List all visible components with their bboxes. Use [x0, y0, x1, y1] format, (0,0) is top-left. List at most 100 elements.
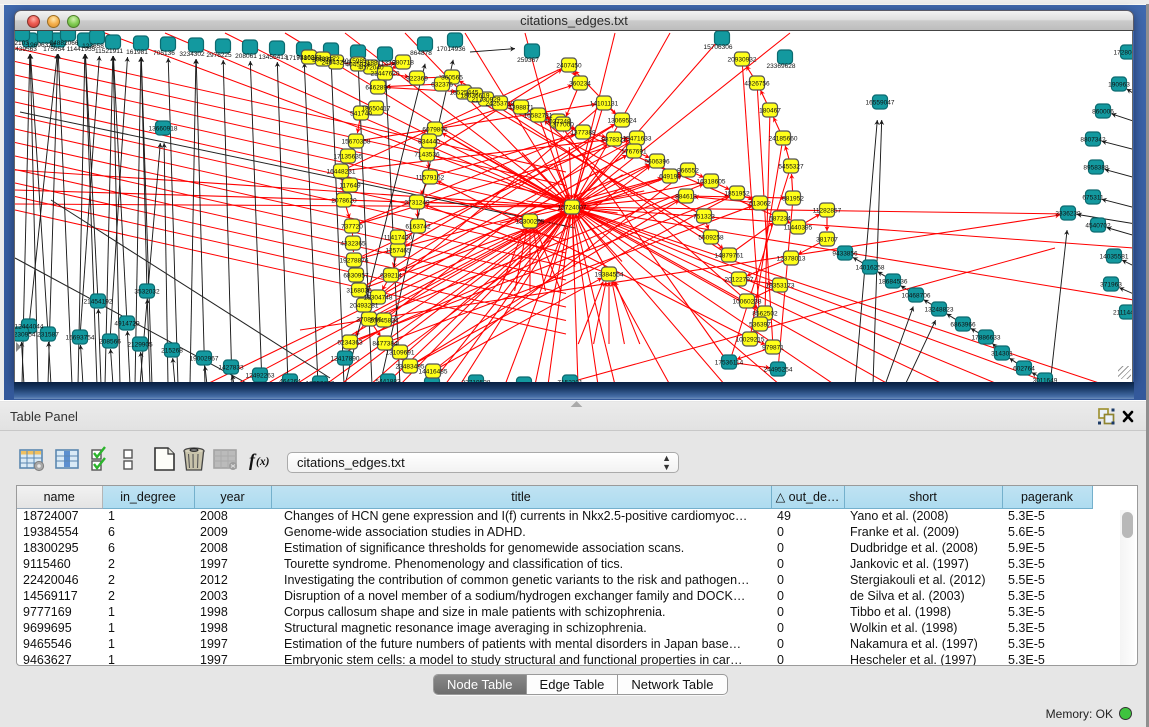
svg-text:13069524: 13069524	[608, 118, 637, 125]
svg-text:13248823: 13248823	[925, 307, 954, 314]
svg-text:180467: 180467	[759, 108, 781, 115]
svg-text:12378013: 12378013	[777, 256, 806, 263]
svg-text:1377389: 1377389	[570, 130, 596, 137]
svg-text:2407450: 2407450	[556, 63, 582, 70]
svg-text:17135635: 17135635	[334, 154, 363, 161]
svg-text:6079806: 6079806	[422, 127, 448, 134]
svg-text:117649: 117649	[339, 183, 361, 190]
svg-text:6462890: 6462890	[365, 85, 391, 92]
svg-text:8477384: 8477384	[372, 341, 398, 348]
svg-text:5767691: 5767691	[621, 149, 647, 156]
svg-text:360565: 360565	[441, 75, 463, 82]
svg-text:123658: 123658	[82, 43, 104, 50]
svg-text:18636619: 18636619	[461, 93, 490, 100]
svg-text:4326756: 4326756	[744, 81, 770, 88]
svg-text:10060238: 10060238	[733, 299, 762, 306]
svg-text:21680243: 21680243	[510, 382, 539, 383]
svg-text:2976225: 2976225	[206, 52, 232, 59]
svg-text:613062: 613062	[749, 201, 771, 208]
svg-text:9606396: 9606396	[644, 159, 670, 166]
svg-text:3011649: 3011649	[1033, 378, 1058, 383]
svg-text:17280054: 17280054	[1114, 50, 1133, 57]
svg-text:8562502: 8562502	[752, 311, 778, 318]
svg-text:20230954: 20230954	[15, 332, 36, 339]
svg-text:231587: 231587	[37, 332, 59, 339]
svg-text:2129905: 2129905	[127, 342, 153, 349]
svg-text:3731249: 3731249	[404, 200, 430, 207]
svg-text:(x): (x)	[256, 456, 270, 468]
svg-text:360234: 360234	[569, 81, 591, 88]
svg-text:11417420: 11417420	[384, 235, 413, 242]
svg-text:19278876: 19278876	[340, 258, 369, 265]
svg-text:18304748: 18304748	[364, 295, 393, 302]
svg-text:24253718: 24253718	[486, 101, 515, 108]
svg-text:3532032: 3532032	[134, 289, 160, 296]
svg-text:161981: 161981	[126, 49, 148, 56]
svg-text:5441883: 5441883	[375, 379, 401, 383]
svg-text:1257465: 1257465	[385, 248, 411, 255]
svg-text:834440: 834440	[418, 139, 440, 146]
svg-text:649199: 649199	[659, 174, 681, 181]
svg-text:13442936: 13442936	[418, 382, 447, 383]
svg-text:20045834: 20045834	[370, 318, 399, 325]
svg-text:16318605: 16318605	[697, 179, 726, 186]
svg-text:11579162: 11579162	[416, 175, 445, 182]
svg-text:737720: 737720	[341, 224, 363, 231]
svg-text:587234: 587234	[769, 216, 791, 223]
svg-text:6234363: 6234363	[337, 340, 363, 347]
svg-text:4540702: 4540702	[1085, 223, 1111, 230]
svg-text:12492263: 12492263	[246, 373, 275, 380]
svg-text:922369: 922369	[406, 76, 428, 83]
svg-text:20930932: 20930932	[728, 57, 757, 64]
svg-text:1427833: 1427833	[218, 365, 244, 372]
svg-text:541740: 541740	[350, 111, 372, 118]
svg-text:314301: 314301	[991, 351, 1013, 358]
svg-text:208566: 208566	[99, 339, 121, 346]
svg-text:14101131: 14101131	[590, 101, 619, 108]
svg-text:751323: 751323	[693, 214, 715, 221]
svg-text:377000: 377000	[552, 122, 574, 129]
svg-text:4914729: 4914729	[114, 321, 140, 328]
svg-text:7143536: 7143536	[414, 152, 440, 159]
svg-text:11440395: 11440395	[784, 225, 813, 232]
svg-text:15471633: 15471633	[623, 136, 652, 143]
svg-text:979871: 979871	[762, 345, 784, 352]
svg-text:19002967: 19002967	[190, 356, 219, 363]
svg-text:15706306: 15706306	[704, 44, 733, 51]
svg-text:860006: 860006	[1092, 109, 1114, 116]
svg-text:20493281: 20493281	[350, 303, 379, 310]
svg-text:3336239: 3336239	[1055, 211, 1081, 218]
svg-text:5455327: 5455327	[778, 164, 804, 171]
svg-text:632376: 632376	[431, 82, 453, 89]
svg-text:10468706: 10468706	[902, 293, 931, 300]
svg-text:8807342: 8807342	[1080, 137, 1106, 144]
svg-text:10029215: 10029215	[736, 337, 765, 344]
svg-text:21447620: 21447620	[371, 71, 400, 78]
svg-text:11282857: 11282857	[813, 208, 842, 215]
svg-text:21454192: 21454192	[84, 299, 113, 306]
svg-text:24495254: 24495254	[764, 367, 793, 374]
svg-text:1851952: 1851952	[724, 191, 750, 198]
svg-text:602764: 602764	[1013, 366, 1035, 373]
svg-text:4332365: 4332365	[340, 241, 366, 248]
svg-text:190963: 190963	[1108, 82, 1130, 89]
svg-text:17536114: 17536114	[715, 360, 744, 367]
svg-text:705136: 705136	[153, 50, 175, 57]
svg-text:18684536: 18684536	[879, 279, 908, 286]
svg-text:22719528: 22719528	[462, 380, 491, 383]
svg-text:7152201: 7152201	[557, 380, 583, 383]
svg-text:18353173: 18353173	[766, 283, 795, 290]
svg-text:5509258: 5509258	[698, 235, 724, 242]
svg-text:12417890: 12417890	[331, 356, 360, 363]
svg-text:18724007: 18724007	[558, 205, 587, 212]
svg-text:259367: 259367	[517, 57, 539, 64]
svg-text:16693754: 16693754	[66, 335, 95, 342]
svg-text:14035581: 14035581	[1100, 254, 1129, 261]
svg-text:675311: 675311	[1082, 195, 1104, 202]
svg-text:3168032: 3168032	[346, 288, 372, 295]
svg-text:16448231: 16448231	[327, 169, 356, 176]
svg-text:4045926: 4045926	[345, 62, 371, 69]
svg-text:17886633: 17886633	[972, 335, 1001, 342]
svg-text:215268: 215268	[161, 348, 183, 355]
svg-text:9433856: 9433856	[832, 251, 858, 258]
